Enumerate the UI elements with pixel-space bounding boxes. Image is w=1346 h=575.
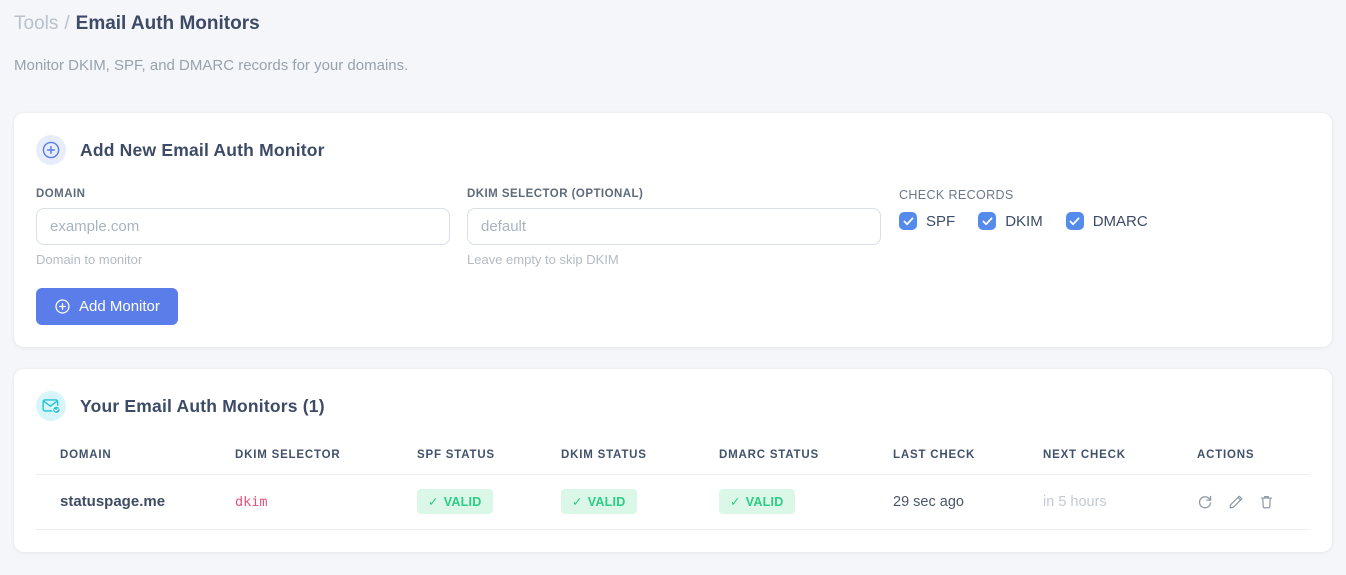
- plus-circle-icon: [36, 135, 66, 165]
- spf-checkbox-checked-icon[interactable]: [899, 212, 917, 230]
- spf-checkbox-item[interactable]: SPF: [899, 212, 955, 230]
- dkim-checkbox-item[interactable]: DKIM: [978, 212, 1043, 230]
- dkim-status-text: VALID: [587, 494, 626, 509]
- delete-trash-icon[interactable]: [1259, 494, 1274, 510]
- page-header: Tools / Email Auth Monitors Monitor DKIM, …: [14, 10, 1332, 74]
- domain-input[interactable]: [36, 208, 450, 245]
- monitors-card: Your Email Auth Monitors (1) DOMAIN DKIM…: [14, 369, 1332, 552]
- add-monitor-button[interactable]: Add Monitor: [36, 288, 178, 325]
- dkim-selector-input[interactable]: [467, 208, 881, 245]
- add-monitor-form: DOMAIN Domain to monitor DKIM SELECTOR (…: [36, 188, 1310, 267]
- monitor-dkim-selector: dkim: [211, 474, 393, 530]
- row-actions: [1197, 494, 1310, 510]
- breadcrumb-tools[interactable]: Tools: [14, 13, 58, 34]
- check-records-label: CHECK RECORDS: [899, 188, 1014, 202]
- spf-checkbox-label: SPF: [926, 212, 956, 230]
- column-header-domain: DOMAIN: [36, 437, 211, 475]
- dmarc-status-badge: ✓ VALID: [719, 489, 795, 514]
- check-icon: ✓: [572, 495, 583, 509]
- monitor-next-check: in 5 hours: [1019, 474, 1173, 530]
- check-icon: ✓: [730, 495, 741, 509]
- table-row: statuspage.me dkim ✓ VALID ✓ VALID ✓ VALID …: [36, 474, 1310, 530]
- dkim-selector-helper-text: Leave empty to skip DKIM: [467, 252, 619, 267]
- spf-status-text: VALID: [443, 494, 482, 509]
- column-header-spf-status: SPF STATUS: [393, 437, 537, 475]
- monitor-domain: statuspage.me: [36, 474, 211, 530]
- monitors-card-title: Your Email Auth Monitors (1): [80, 395, 325, 416]
- monitor-last-check: 29 sec ago: [869, 474, 1019, 530]
- add-monitor-card-title: Add New Email Auth Monitor: [80, 139, 325, 160]
- breadcrumb-separator: /: [64, 13, 70, 34]
- page-subtitle: Monitor DKIM, SPF, and DMARC records for…: [14, 57, 409, 74]
- plus-circle-icon: [54, 298, 71, 315]
- refresh-icon[interactable]: [1197, 494, 1213, 510]
- domain-label: DOMAIN: [36, 188, 86, 200]
- table-header-row: DOMAIN DKIM SELECTOR SPF STATUS DKIM STA…: [36, 437, 1310, 475]
- dkim-status-badge: ✓ VALID: [561, 489, 637, 514]
- column-header-dkim-selector: DKIM SELECTOR: [211, 437, 393, 475]
- add-monitor-button-label: Add Monitor: [79, 298, 160, 315]
- breadcrumb: Tools / Email Auth Monitors: [14, 10, 1332, 38]
- email-check-icon: [36, 391, 66, 421]
- check-records-options: SPF DKIM DMARC: [899, 212, 1148, 230]
- monitors-card-header: Your Email Auth Monitors (1): [36, 391, 1310, 421]
- dkim-checkbox-checked-icon[interactable]: [978, 212, 997, 230]
- column-header-next-check: NEXT CHECK: [1019, 437, 1173, 475]
- dmarc-checkbox-item[interactable]: DMARC: [1065, 212, 1148, 230]
- dkim-selector-field: DKIM SELECTOR (OPTIONAL) Leave empty to …: [467, 188, 881, 267]
- edit-pencil-icon[interactable]: [1228, 494, 1244, 510]
- domain-helper-text: Domain to monitor: [36, 252, 143, 267]
- page-title: Email Auth Monitors: [75, 13, 260, 34]
- add-monitor-card: Add New Email Auth Monitor DOMAIN Domain…: [14, 113, 1332, 347]
- dmarc-status-text: VALID: [745, 494, 784, 509]
- domain-field: DOMAIN Domain to monitor: [36, 188, 450, 267]
- column-header-dmarc-status: DMARC STATUS: [695, 437, 869, 475]
- monitors-table: DOMAIN DKIM SELECTOR SPF STATUS DKIM STA…: [36, 437, 1310, 530]
- dkim-checkbox-label: DKIM: [1005, 212, 1043, 230]
- spf-status-badge: ✓ VALID: [417, 489, 493, 514]
- column-header-actions: ACTIONS: [1173, 437, 1310, 475]
- dmarc-checkbox-label: DMARC: [1092, 212, 1148, 230]
- dmarc-checkbox-checked-icon[interactable]: [1065, 212, 1084, 230]
- column-header-dkim-status: DKIM STATUS: [537, 437, 695, 475]
- page: Tools / Email Auth Monitors Monitor DKIM, …: [0, 0, 1346, 552]
- column-header-last-check: LAST CHECK: [869, 437, 1019, 475]
- dkim-selector-label: DKIM SELECTOR (OPTIONAL): [467, 188, 644, 200]
- add-monitor-card-header: Add New Email Auth Monitor: [36, 135, 1310, 165]
- check-icon: ✓: [428, 495, 439, 509]
- check-records-group: CHECK RECORDS SPF DKIM DMARC: [898, 188, 1148, 230]
